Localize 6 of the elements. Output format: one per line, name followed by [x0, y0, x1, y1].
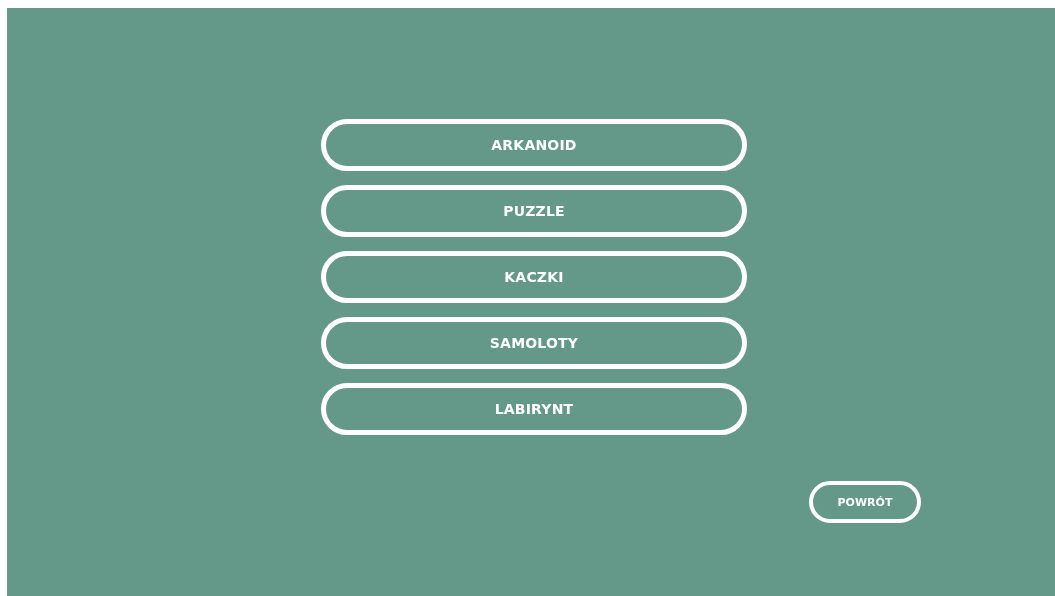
back-button[interactable]: POWRÓT — [809, 481, 921, 523]
menu-button[interactable]: KACZKI — [321, 251, 747, 303]
menu-button[interactable]: PUZZLE — [321, 185, 747, 237]
menu-button[interactable]: SAMOLOTY — [321, 317, 747, 369]
menu-button[interactable]: LABIRYNT — [321, 383, 747, 435]
menu-button[interactable]: ARKANOID — [321, 119, 747, 171]
